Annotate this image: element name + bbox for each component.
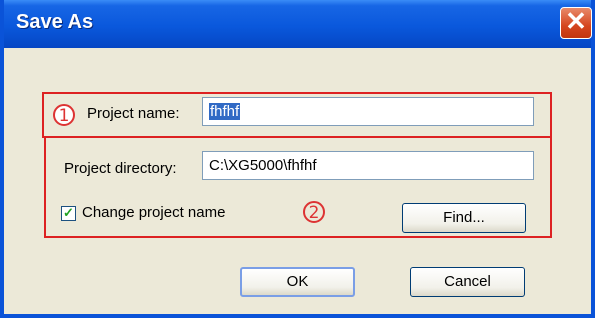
- annotation-marker-2: 2: [303, 201, 325, 223]
- project-directory-input[interactable]: C:\XG5000\fhfhf: [202, 151, 534, 180]
- change-project-name-checkbox[interactable]: ✓: [61, 205, 76, 221]
- change-project-name-label[interactable]: Change project name: [82, 204, 225, 221]
- dialog-body: 1 Project name: fhfhf Project directory:…: [4, 48, 591, 314]
- find-button[interactable]: Find...: [402, 203, 526, 233]
- cancel-button[interactable]: Cancel: [410, 267, 525, 297]
- close-button[interactable]: ✕: [560, 6, 592, 39]
- ok-button[interactable]: OK: [240, 267, 355, 297]
- project-directory-label: Project directory:: [64, 160, 177, 177]
- annotation-marker-1: 1: [53, 104, 75, 126]
- project-name-selected-text: fhfhf: [209, 103, 241, 120]
- project-name-input[interactable]: fhfhf: [202, 97, 534, 126]
- save-as-dialog: Save As ✕ 1 Project name: fhfhf Project …: [0, 0, 595, 318]
- title-bar[interactable]: Save As ✕: [4, 0, 592, 48]
- checkmark-icon: ✓: [63, 205, 74, 220]
- close-icon: ✕: [565, 6, 587, 36]
- project-name-label: Project name:: [87, 105, 180, 122]
- dialog-title: Save As: [16, 11, 94, 33]
